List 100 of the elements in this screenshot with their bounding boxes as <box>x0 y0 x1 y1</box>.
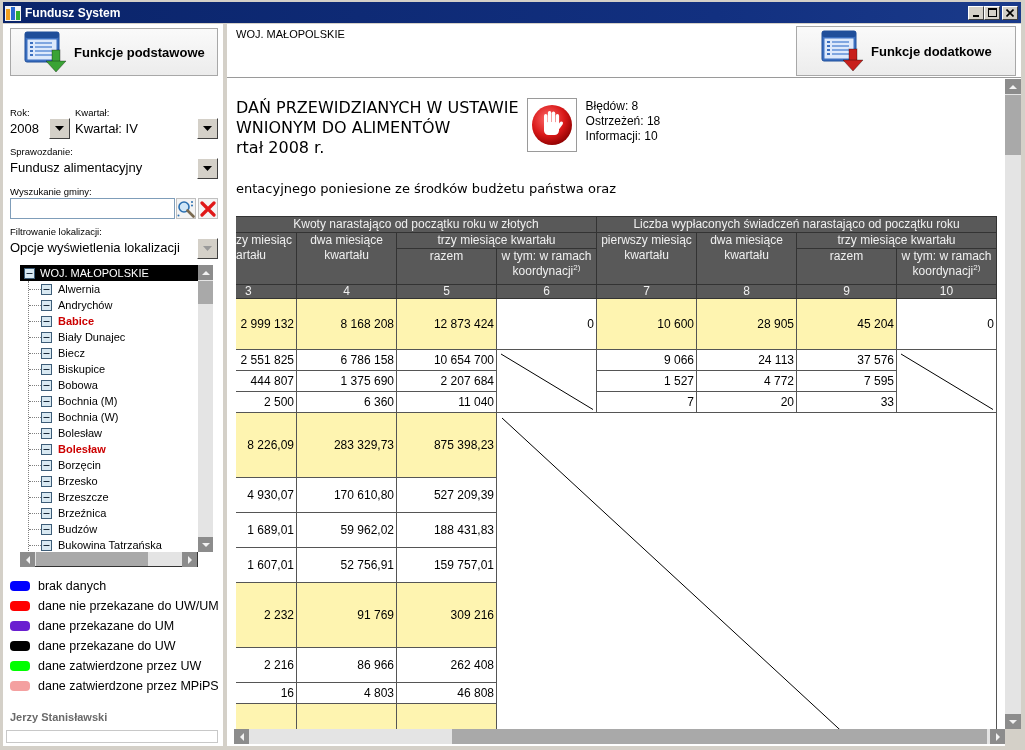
tree-item[interactable]: Andrychów <box>29 297 198 313</box>
table-cell: 2 232 <box>236 583 297 648</box>
dropdown-button[interactable] <box>197 157 218 179</box>
column-header: trzy miesiące kwartału <box>397 233 597 249</box>
table-cell: 170 610,80 <box>297 478 397 513</box>
scroll-down-button[interactable] <box>1005 714 1021 729</box>
table-cell: 0 <box>897 299 997 350</box>
location-label: WOJ. MAŁOPOLSKIE <box>236 28 345 40</box>
table-cell: 33 <box>797 392 897 413</box>
warning-count: Ostrzeżeń: 18 <box>585 114 661 129</box>
scroll-up-button[interactable] <box>198 265 213 280</box>
main-functions-button[interactable]: Funkcje podstawowe <box>10 28 218 76</box>
tree-item[interactable]: Borzęcin <box>29 457 198 473</box>
collapse-icon[interactable] <box>41 443 52 455</box>
dropdown-value[interactable]: Kwartał: IV <box>75 120 197 137</box>
scrollbar-thumb[interactable] <box>198 281 213 304</box>
tree-item[interactable]: Alwernia <box>29 281 198 297</box>
collapse-icon[interactable] <box>41 315 52 327</box>
table-cell: 7 595 <box>797 371 897 392</box>
info-count: Informacji: 10 <box>585 129 659 144</box>
column-header: trzy miesiące kwartału <box>797 233 997 249</box>
vertical-scrollbar[interactable] <box>1005 79 1021 729</box>
close-button[interactable] <box>1002 5 1018 20</box>
field-label: Filtrowanie lokalizacji: <box>10 226 102 237</box>
collapse-icon[interactable] <box>41 459 52 471</box>
collapse-icon[interactable] <box>41 427 52 439</box>
tree-item[interactable]: Bolesław <box>29 441 198 457</box>
report-title: DAŃ PRZEWIDZIANYCH W USTAWIE WNIONYM DO ALIMENTÓW rtał 2008 r. <box>236 98 519 158</box>
table-cell: 12 873 424 <box>397 299 497 350</box>
collapse-icon[interactable] <box>41 411 52 423</box>
collapse-icon[interactable] <box>41 475 52 487</box>
table-cell: 9 066 <box>597 350 697 371</box>
collapse-icon[interactable] <box>41 347 52 359</box>
search-button[interactable] <box>176 198 196 219</box>
tree-item[interactable]: Biały Dunajec <box>29 329 198 345</box>
table-cell: 10 600 <box>597 299 697 350</box>
dropdown-value[interactable]: Fundusz alimentacyjny <box>10 160 197 176</box>
table-cell: 52 756,91 <box>297 548 397 583</box>
dropdown-button[interactable] <box>197 237 218 259</box>
tree-item[interactable]: Brzeszcze <box>29 489 198 505</box>
scrollbar-thumb[interactable] <box>1005 95 1021 155</box>
collapse-icon[interactable] <box>41 363 52 375</box>
table-cell: 283 329,73 <box>297 413 397 478</box>
table-cell: 2 207 684 <box>397 371 497 392</box>
scroll-left-button[interactable] <box>20 552 35 567</box>
tree-item[interactable]: Budzów <box>29 521 198 537</box>
collapse-icon[interactable] <box>41 395 52 407</box>
column-header: dwa miesiące kwartału <box>297 233 397 285</box>
collapse-icon[interactable] <box>41 299 52 311</box>
search-field[interactable] <box>10 198 175 219</box>
tree-item[interactable]: Bolesław <box>29 425 198 441</box>
tree-item[interactable]: Bukowina Tatrzańska <box>29 537 198 552</box>
table-cell: 45 204 <box>797 299 897 350</box>
scrollbar-thumb[interactable] <box>36 552 148 566</box>
tree-item[interactable]: Babice <box>29 313 198 329</box>
collapse-icon[interactable] <box>41 507 52 519</box>
tree-item[interactable]: Biecz <box>29 345 198 361</box>
scroll-left-button[interactable] <box>234 729 249 744</box>
table-cell: 527 209,39 <box>397 478 497 513</box>
scroll-up-button[interactable] <box>1005 79 1021 94</box>
scroll-right-button[interactable] <box>990 729 1005 744</box>
close-icon <box>1006 8 1014 17</box>
table-cell: 11 040 <box>397 392 497 413</box>
legend-label: brak danych <box>38 579 107 593</box>
table-cell: 1 689,01 <box>236 513 297 548</box>
collapse-icon[interactable] <box>41 539 52 551</box>
table-cell: 4 930,07 <box>236 478 297 513</box>
table-cell: 159 757,01 <box>397 548 497 583</box>
table-cell: 8 226,09 <box>236 413 297 478</box>
dropdown-button[interactable] <box>49 118 70 139</box>
table-cell: 1 527 <box>597 371 697 392</box>
horizontal-scrollbar[interactable] <box>20 552 198 567</box>
collapse-icon[interactable] <box>41 379 52 391</box>
extra-functions-button[interactable]: Funkcje dodatkowe <box>796 26 1016 76</box>
clear-button[interactable] <box>198 198 218 219</box>
scroll-down-button[interactable] <box>198 537 213 552</box>
field-label: Sprawozdanie: <box>10 146 73 157</box>
collapse-icon[interactable] <box>41 491 52 503</box>
tree-item[interactable]: Brzeźnica <box>29 505 198 521</box>
collapse-icon[interactable] <box>41 283 52 295</box>
maximize-button[interactable] <box>984 5 1000 20</box>
collapse-icon[interactable] <box>41 331 52 343</box>
scrollbar-thumb[interactable] <box>452 729 987 744</box>
collapse-icon[interactable] <box>41 523 52 535</box>
collapse-icon[interactable] <box>24 267 35 279</box>
scroll-right-button[interactable] <box>182 552 197 567</box>
column-header: zy miesiąc artału <box>236 233 297 285</box>
tree-item[interactable]: Bobowa <box>29 377 198 393</box>
dropdown-button[interactable] <box>197 118 218 139</box>
table-cell: 91 769 <box>297 583 397 648</box>
vertical-scrollbar[interactable] <box>198 265 213 552</box>
up-triangle-icon <box>1009 82 1017 91</box>
tree-item[interactable]: Bochnia (M) <box>29 393 198 409</box>
tree-item[interactable]: Brzesko <box>29 473 198 489</box>
minimize-button[interactable] <box>968 5 984 20</box>
tree-item[interactable]: Bochnia (W) <box>29 409 198 425</box>
tree-item[interactable]: Biskupice <box>29 361 198 377</box>
tree-item[interactable]: WOJ. MAŁOPOLSKIE <box>20 265 198 281</box>
dropdown-value[interactable]: 2008 <box>10 120 49 137</box>
horizontal-scrollbar[interactable] <box>234 729 1005 744</box>
